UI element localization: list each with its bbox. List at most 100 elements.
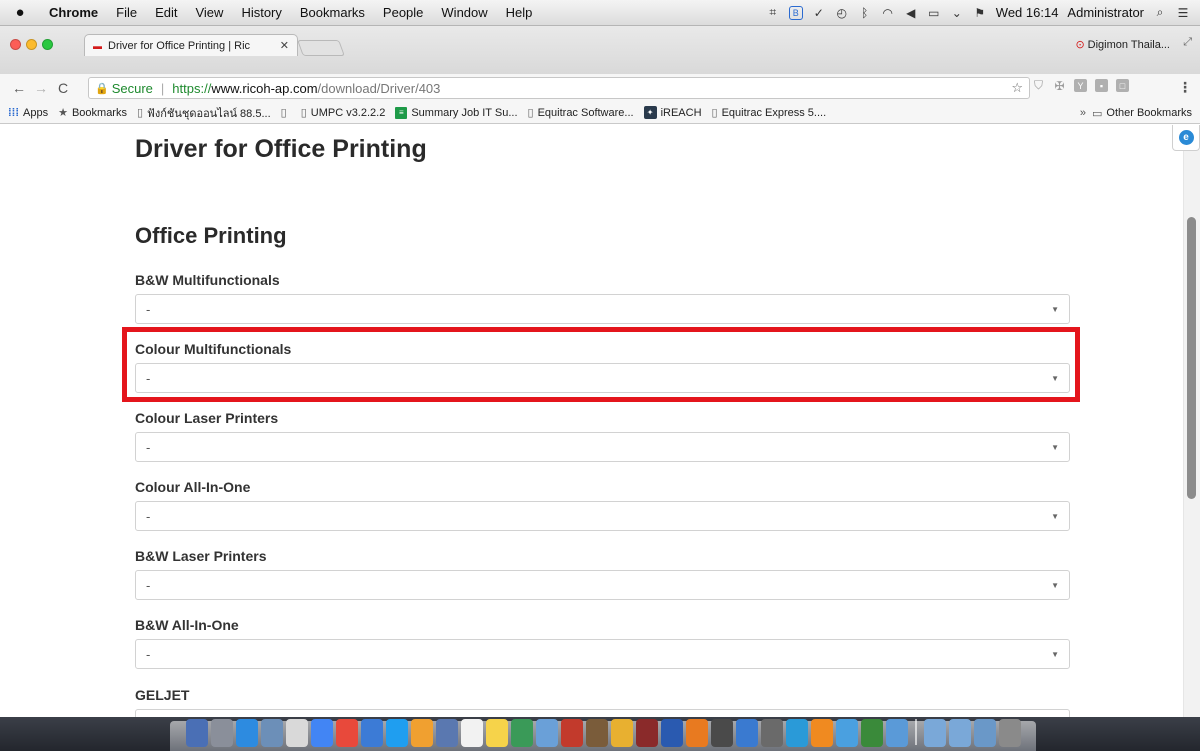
dock-app-icon[interactable] <box>386 719 408 747</box>
extension-box-icon[interactable]: ▪ <box>1095 79 1108 92</box>
dock-folder-icon[interactable] <box>924 719 946 747</box>
bw-all-in-one-select[interactable]: - ▼ <box>135 639 1070 669</box>
menu-edit[interactable]: Edit <box>146 5 186 20</box>
bookmark-summary-job[interactable]: ≡ Summary Job IT Su... <box>395 106 518 119</box>
menubar-user[interactable]: Administrator <box>1067 5 1144 20</box>
forward-arrow-icon[interactable]: → <box>30 80 52 96</box>
dock-app-icon[interactable] <box>186 719 208 747</box>
reload-icon[interactable]: C <box>52 80 74 96</box>
other-bookmarks-label: Other Bookmarks <box>1106 107 1192 119</box>
dock-app-icon[interactable] <box>761 719 783 747</box>
close-window-button[interactable] <box>10 39 21 50</box>
menu-help[interactable]: Help <box>497 5 542 20</box>
dock-app-icon[interactable] <box>886 719 908 747</box>
dock-app-icon[interactable] <box>736 719 758 747</box>
dock-app-icon[interactable] <box>611 719 633 747</box>
page-title: Driver for Office Printing <box>135 135 427 163</box>
extension-square-icon[interactable]: □ <box>1116 79 1129 92</box>
bookmark-apps[interactable]: ⁞⁞⁞ Apps <box>8 107 48 119</box>
bookmark-item-4[interactable]: ▯ <box>281 106 291 119</box>
dock-app-icon[interactable] <box>411 719 433 747</box>
menubar-clock[interactable]: Wed 16:14 <box>996 5 1059 20</box>
apple-menu-icon[interactable]: ● <box>0 4 40 21</box>
bookmark-equitrac-software[interactable]: ▯ Equitrac Software... <box>528 106 634 120</box>
minimize-window-button[interactable] <box>26 39 37 50</box>
dock-app-icon[interactable] <box>236 719 258 747</box>
dock-app-icon[interactable] <box>786 719 808 747</box>
dock-app-icon[interactable] <box>511 719 533 747</box>
scrollbar-thumb[interactable] <box>1187 217 1196 499</box>
checkmark-icon[interactable]: ✓ <box>812 6 826 20</box>
menu-bookmarks[interactable]: Bookmarks <box>291 5 374 20</box>
status-app-icon[interactable]: B <box>788 5 803 20</box>
dock-app-icon[interactable] <box>636 719 658 747</box>
dock-app-icon[interactable] <box>536 719 558 747</box>
dock-app-icon[interactable] <box>461 719 483 747</box>
menu-view[interactable]: View <box>186 5 232 20</box>
bw-multifunctionals-select[interactable]: - ▼ <box>135 294 1070 324</box>
dock-folder-icon[interactable] <box>974 719 996 747</box>
dock-app-icon[interactable] <box>661 719 683 747</box>
dock-app-icon[interactable] <box>261 719 283 747</box>
dock-app-icon[interactable] <box>836 719 858 747</box>
side-extension-tab[interactable]: e <box>1172 125 1200 151</box>
dock-folder-icon[interactable] <box>949 719 971 747</box>
chrome-menu-icon[interactable]: ⋮ <box>1178 79 1192 96</box>
bookmark-item-3[interactable]: ▯ ฟังก์ชันชุดออนไลน์ 88.5... <box>137 104 271 122</box>
bluetooth-icon[interactable]: ᛒ <box>858 6 872 20</box>
geljet-select[interactable]: - ▼ <box>135 709 1070 717</box>
dock-app-icon[interactable] <box>361 719 383 747</box>
extension-tool-icon[interactable]: ✠ <box>1053 79 1066 93</box>
dock-icons <box>186 719 1021 747</box>
dock-app-icon[interactable] <box>311 719 333 747</box>
address-bar[interactable]: 🔒 Secure | https://www.ricoh-ap.com/down… <box>88 77 1030 99</box>
dock-app-icon[interactable] <box>811 719 833 747</box>
macos-menu-bar: ● Chrome File Edit View History Bookmark… <box>0 0 1200 26</box>
chevron-down-icon[interactable]: ⌄ <box>950 6 964 20</box>
bookmark-umpc[interactable]: ▯ UMPC v3.2.2.2 <box>301 106 386 120</box>
extension-y-icon[interactable]: Y <box>1074 79 1087 92</box>
notification-list-icon[interactable]: ☰ <box>1176 6 1190 20</box>
overflow-chevron-icon[interactable]: » <box>1080 107 1086 119</box>
bookmark-star-icon[interactable]: ☆ <box>1011 80 1023 96</box>
dock-app-icon[interactable] <box>711 719 733 747</box>
colour-all-in-one-select[interactable]: - ▼ <box>135 501 1070 531</box>
menu-app-name[interactable]: Chrome <box>40 5 107 20</box>
dock-app-icon[interactable] <box>861 719 883 747</box>
dock-app-icon[interactable] <box>561 719 583 747</box>
profile-button[interactable]: ⊙ Digimon Thaila... <box>1075 38 1170 51</box>
volume-icon[interactable]: ◀ <box>904 6 918 20</box>
dock-app-icon[interactable] <box>586 719 608 747</box>
search-icon[interactable]: ⌕ <box>1153 5 1167 20</box>
fullscreen-icon[interactable]: ⤢ <box>1183 36 1192 49</box>
dock-app-icon[interactable] <box>686 719 708 747</box>
time-machine-icon[interactable]: ◴ <box>835 6 849 20</box>
extension-shield-icon[interactable]: ⛉ <box>1032 78 1045 92</box>
activity-monitor-icon[interactable]: ⌗ <box>766 5 780 20</box>
menu-window[interactable]: Window <box>432 5 496 20</box>
bookmark-equitrac-express[interactable]: ▯ Equitrac Express 5.... <box>712 106 827 120</box>
back-arrow-icon[interactable]: ← <box>8 80 30 96</box>
dock-app-icon[interactable] <box>211 719 233 747</box>
trash-icon[interactable] <box>999 719 1021 747</box>
menu-history[interactable]: History <box>232 5 290 20</box>
bookmark-bookmarks[interactable]: ★ Bookmarks <box>58 106 127 120</box>
dock-app-icon[interactable] <box>436 719 458 747</box>
new-tab-button[interactable] <box>297 40 345 56</box>
wifi-icon[interactable]: ◠ <box>881 6 895 20</box>
menu-file[interactable]: File <box>107 5 146 20</box>
tab-active[interactable]: ▬ Driver for Office Printing | Ric ✕ <box>84 34 298 56</box>
menu-people[interactable]: People <box>374 5 432 20</box>
dock-app-icon[interactable] <box>336 719 358 747</box>
zoom-window-button[interactable] <box>42 39 53 50</box>
flag-icon[interactable]: ⚑ <box>973 6 987 20</box>
close-tab-icon[interactable]: ✕ <box>280 39 289 52</box>
display-icon[interactable]: ▭ <box>927 6 941 20</box>
colour-laser-printers-select[interactable]: - ▼ <box>135 432 1070 462</box>
dock-app-icon[interactable] <box>486 719 508 747</box>
address-separator: | <box>160 80 165 96</box>
dock-app-icon[interactable] <box>286 719 308 747</box>
other-bookmarks[interactable]: » ▭ Other Bookmarks <box>1075 102 1192 123</box>
bw-laser-printers-select[interactable]: - ▼ <box>135 570 1070 600</box>
bookmark-ireach[interactable]: ✦ iREACH <box>643 106 702 119</box>
